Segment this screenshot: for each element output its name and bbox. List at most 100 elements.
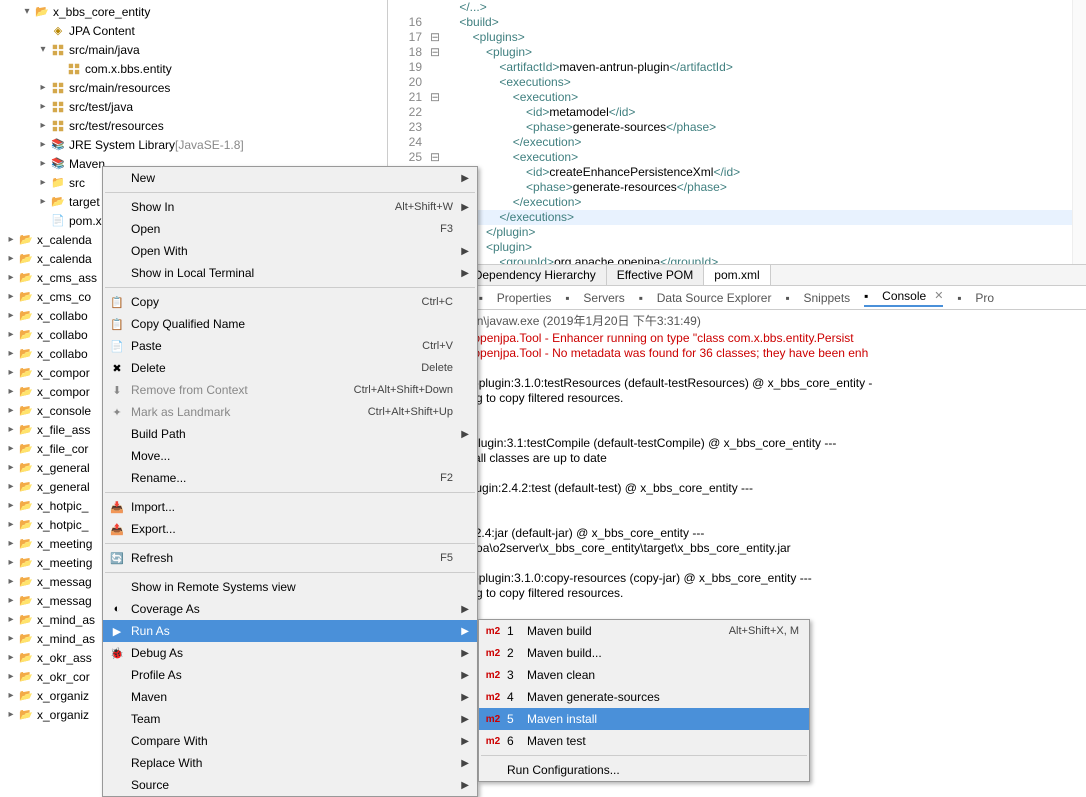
twisty-icon[interactable]: ▸ xyxy=(4,499,18,513)
menu-item-copy-qualified-name[interactable]: 📋Copy Qualified Name xyxy=(103,313,477,335)
code-line[interactable]: <execution> xyxy=(446,90,1086,105)
menu-item-run-as[interactable]: ▶Run As▶ xyxy=(103,620,477,642)
twisty-icon[interactable]: ▸ xyxy=(4,347,18,361)
fold-icon[interactable]: ⊟ xyxy=(428,90,442,105)
menu-item-debug-as[interactable]: 🐞Debug As▶ xyxy=(103,642,477,664)
twisty-icon[interactable]: ▾ xyxy=(36,43,50,57)
editor-subtab[interactable]: pom.xml xyxy=(704,265,770,285)
code-line[interactable]: </execution> xyxy=(446,195,1086,210)
code-line[interactable]: <plugins> xyxy=(446,30,1086,45)
fold-icon[interactable] xyxy=(428,60,442,75)
fold-icon[interactable] xyxy=(428,135,442,150)
menu-item-team[interactable]: Team▶ xyxy=(103,708,477,730)
twisty-icon[interactable]: ▸ xyxy=(4,670,18,684)
code-line[interactable]: <groupId>org.apache.openjpa</groupId> xyxy=(446,255,1086,264)
menu-item-show-in[interactable]: Show InAlt+Shift+W▶ xyxy=(103,196,477,218)
twisty-icon[interactable]: ▸ xyxy=(4,309,18,323)
twisty-icon[interactable]: ▸ xyxy=(36,100,50,114)
menu-item-delete[interactable]: ✖DeleteDelete xyxy=(103,357,477,379)
code-line[interactable]: <executions> xyxy=(446,75,1086,90)
submenu-item-maven-install[interactable]: m25Maven install xyxy=(479,708,809,730)
tree-item[interactable]: ▸src/test/resources xyxy=(0,116,387,135)
menu-item-import-[interactable]: 📥Import... xyxy=(103,496,477,518)
twisty-icon[interactable]: ▸ xyxy=(4,461,18,475)
code-line[interactable]: </execution> xyxy=(446,135,1086,150)
menu-item-source[interactable]: Source▶ xyxy=(103,774,477,796)
fold-icon[interactable]: ⊟ xyxy=(428,30,442,45)
fold-icon[interactable] xyxy=(428,120,442,135)
code-line[interactable]: <phase>generate-resources</phase> xyxy=(446,180,1086,195)
twisty-icon[interactable]: ▸ xyxy=(4,518,18,532)
view-tab[interactable]: ▪Data Source Explorer xyxy=(639,291,772,305)
submenu-item-maven-clean[interactable]: m23Maven clean xyxy=(479,664,809,686)
tree-item[interactable]: ▾📂x_bbs_core_entity xyxy=(0,2,387,21)
tree-item[interactable]: ▸📚JRE System Library [JavaSE-1.8] xyxy=(0,135,387,154)
tree-item[interactable]: ◈JPA Content xyxy=(0,21,387,40)
xml-editor[interactable]: 1617181920212223242526272829303132 ⊟⊟⊟⊟ … xyxy=(388,0,1086,264)
code-line[interactable]: <plugin> xyxy=(446,45,1086,60)
menu-item-remove-from-context[interactable]: ⬇Remove from ContextCtrl+Alt+Shift+Down xyxy=(103,379,477,401)
twisty-icon[interactable]: ▸ xyxy=(4,252,18,266)
menu-item-maven[interactable]: Maven▶ xyxy=(103,686,477,708)
twisty-icon[interactable]: ▸ xyxy=(4,233,18,247)
twisty-icon[interactable]: ▸ xyxy=(4,556,18,570)
menu-item-export-[interactable]: 📤Export... xyxy=(103,518,477,540)
twisty-icon[interactable]: ▸ xyxy=(4,594,18,608)
menu-item-paste[interactable]: 📄PasteCtrl+V xyxy=(103,335,477,357)
twisty-icon[interactable]: ▾ xyxy=(20,5,34,19)
view-tab[interactable]: ▪Pro xyxy=(957,291,994,305)
code-line[interactable]: <id>createEnhancePersistenceXml</id> xyxy=(446,165,1086,180)
twisty-icon[interactable]: ▸ xyxy=(4,632,18,646)
tree-item[interactable]: ▸src/test/java xyxy=(0,97,387,116)
twisty-icon[interactable]: ▸ xyxy=(36,138,50,152)
view-tab[interactable]: ▪Snippets xyxy=(785,291,850,305)
twisty-icon[interactable]: ▸ xyxy=(4,651,18,665)
code-line[interactable]: <artifactId>maven-antrun-plugin</artifac… xyxy=(446,60,1086,75)
twisty-icon[interactable]: ▸ xyxy=(4,328,18,342)
menu-item-new[interactable]: New▶ xyxy=(103,167,477,189)
code-line[interactable]: </executions> xyxy=(446,210,1086,225)
twisty-icon[interactable]: ▸ xyxy=(4,689,18,703)
twisty-icon[interactable]: ▸ xyxy=(4,271,18,285)
code-line[interactable]: </plugin> xyxy=(446,225,1086,240)
twisty-icon[interactable]: ▸ xyxy=(36,157,50,171)
submenu-item-maven-build[interactable]: m21Maven buildAlt+Shift+X, M xyxy=(479,620,809,642)
menu-item-show-in-local-terminal[interactable]: Show in Local Terminal▶ xyxy=(103,262,477,284)
menu-item-mark-as-landmark[interactable]: ✦Mark as LandmarkCtrl+Alt+Shift+Up xyxy=(103,401,477,423)
twisty-icon[interactable]: ▸ xyxy=(4,385,18,399)
tree-item[interactable]: ▸src/main/resources xyxy=(0,78,387,97)
fold-icon[interactable]: ⊟ xyxy=(428,150,442,165)
close-icon[interactable]: ✕ xyxy=(934,289,943,302)
twisty-icon[interactable]: ▸ xyxy=(4,423,18,437)
code-line[interactable]: <phase>generate-sources</phase> xyxy=(446,120,1086,135)
submenu-item-maven-generate-sources[interactable]: m24Maven generate-sources xyxy=(479,686,809,708)
twisty-icon[interactable] xyxy=(36,214,50,228)
view-tab[interactable]: ▪Console✕ xyxy=(864,289,943,307)
menu-item-refresh[interactable]: 🔄RefreshF5 xyxy=(103,547,477,569)
submenu-item-maven-build-[interactable]: m22Maven build... xyxy=(479,642,809,664)
twisty-icon[interactable]: ▸ xyxy=(4,404,18,418)
menu-item-rename-[interactable]: Rename...F2 xyxy=(103,467,477,489)
menu-item-copy[interactable]: 📋CopyCtrl+C xyxy=(103,291,477,313)
submenu-item-maven-test[interactable]: m26Maven test xyxy=(479,730,809,752)
view-tab[interactable]: ▪Servers xyxy=(565,291,624,305)
twisty-icon[interactable]: ▸ xyxy=(4,442,18,456)
menu-item-replace-with[interactable]: Replace With▶ xyxy=(103,752,477,774)
twisty-icon[interactable]: ▸ xyxy=(4,290,18,304)
tree-item[interactable]: ▾src/main/java xyxy=(0,40,387,59)
fold-icon[interactable] xyxy=(428,15,442,30)
code-line[interactable]: <build> xyxy=(446,15,1086,30)
fold-icon[interactable] xyxy=(428,105,442,120)
code-line[interactable]: <execution> xyxy=(446,150,1086,165)
twisty-icon[interactable]: ▸ xyxy=(4,708,18,722)
menu-item-coverage-as[interactable]: ◐Coverage As▶ xyxy=(103,598,477,620)
menu-item-compare-with[interactable]: Compare With▶ xyxy=(103,730,477,752)
menu-item-open[interactable]: OpenF3 xyxy=(103,218,477,240)
editor-subtab[interactable]: Dependency Hierarchy xyxy=(464,265,607,285)
twisty-icon[interactable]: ▸ xyxy=(36,195,50,209)
twisty-icon[interactable]: ▸ xyxy=(4,480,18,494)
twisty-icon[interactable]: ▸ xyxy=(4,537,18,551)
twisty-icon[interactable] xyxy=(36,24,50,38)
fold-icon[interactable] xyxy=(428,75,442,90)
menu-item-show-in-remote-systems-view[interactable]: Show in Remote Systems view xyxy=(103,576,477,598)
